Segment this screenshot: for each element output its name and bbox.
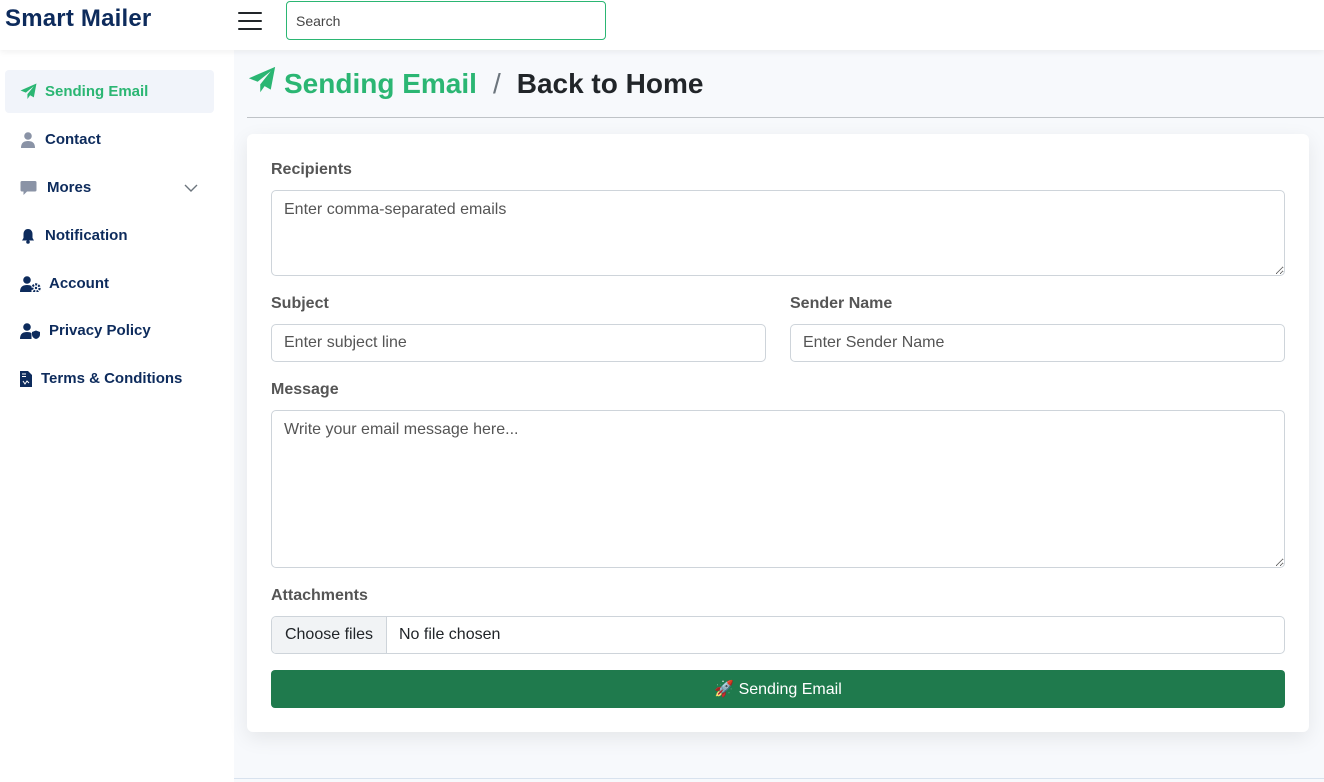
subject-field[interactable] [271, 324, 766, 362]
sidebar-item-label: Sending Email [45, 83, 149, 100]
file-contract-icon [19, 370, 33, 388]
sidebar-item-privacy-policy[interactable]: Privacy Policy [5, 309, 214, 352]
sidebar-item-notification[interactable]: Notification [5, 214, 214, 257]
file-status: No file chosen [399, 626, 501, 643]
attachments-label: Attachments [271, 587, 368, 604]
message-field[interactable] [271, 410, 1285, 568]
paper-plane-icon [248, 66, 276, 101]
sender-name-field[interactable] [790, 324, 1285, 362]
sidebar-item-label: Privacy Policy [49, 322, 151, 339]
bell-icon [19, 227, 37, 245]
bottom-divider [234, 778, 1324, 779]
sidebar-item-label: Contact [45, 131, 101, 148]
sidebar-item-label: Notification [45, 227, 128, 244]
email-form-card: Recipients Subject Sender Name Message A… [247, 134, 1309, 732]
sidebar-item-label: Account [49, 275, 109, 292]
send-email-button[interactable]: 🚀 Sending Email [271, 670, 1285, 708]
paper-plane-icon [19, 83, 37, 101]
main-content: Sending Email / Back to Home Recipients … [234, 50, 1324, 782]
search-input[interactable] [286, 1, 606, 40]
sidebar-item-label: Terms & Conditions [41, 370, 183, 387]
attachments-input[interactable]: Choose files No file chosen [271, 616, 1285, 654]
sender-name-label: Sender Name [790, 295, 893, 312]
user-shield-icon [19, 322, 41, 340]
chevron-down-icon[interactable] [184, 180, 198, 197]
sidebar-item-contact[interactable]: Contact [5, 118, 214, 161]
top-header: Smart Mailer [0, 0, 1324, 50]
sidebar-item-terms-conditions[interactable]: Terms & Conditions [5, 357, 214, 400]
recipients-field[interactable] [271, 190, 1285, 276]
app-brand[interactable]: Smart Mailer [5, 5, 151, 33]
sidebar-item-label: Mores [47, 179, 92, 196]
message-label: Message [271, 381, 339, 398]
menu-toggle-icon[interactable] [238, 10, 262, 30]
divider [247, 117, 1324, 118]
sidebar-item-sending-email[interactable]: Sending Email [5, 70, 214, 113]
breadcrumb-separator: / [492, 67, 501, 99]
sidebar-item-mores[interactable]: Mores [5, 166, 214, 209]
breadcrumb-current: Sending Email [284, 67, 477, 99]
comment-icon [19, 179, 37, 197]
choose-files-button[interactable]: Choose files [272, 617, 387, 653]
sidebar: Sending Email Contact Mores Notification… [0, 50, 234, 782]
user-icon [19, 131, 37, 149]
recipients-label: Recipients [271, 161, 352, 178]
subject-label: Subject [271, 295, 329, 312]
user-gear-icon [19, 275, 41, 293]
back-to-home-link[interactable]: Back to Home [517, 68, 704, 100]
sidebar-item-account[interactable]: Account [5, 262, 214, 305]
breadcrumb: Sending Email / Back to Home [248, 66, 703, 101]
